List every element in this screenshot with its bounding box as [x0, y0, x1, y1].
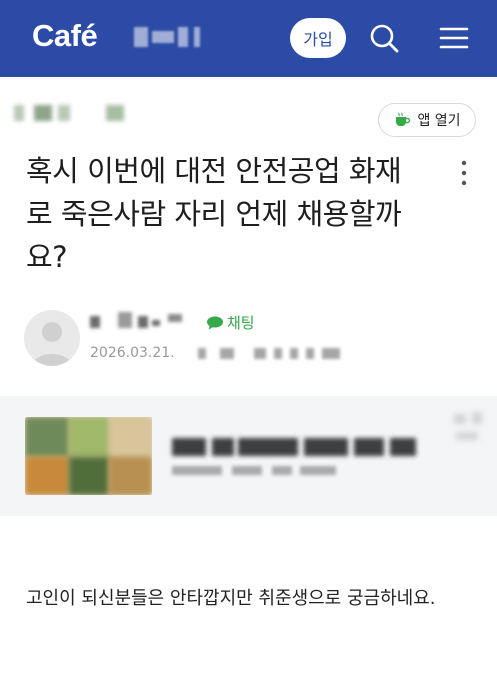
cafe-name-redacted[interactable]	[134, 27, 210, 47]
coffee-cup-icon	[396, 112, 411, 126]
post-body: 고인이 되신분들은 안타깝지만 취준생으로 궁금하네요.	[26, 588, 436, 609]
related-post-card[interactable]	[0, 396, 497, 516]
author-avatar[interactable]	[24, 310, 80, 366]
menu-icon[interactable]	[436, 20, 472, 56]
post-title: 혹시 이번에 대전 안전공업 화재로 죽은사람 자리 언제 채용할까요?	[26, 154, 402, 274]
search-icon[interactable]	[366, 20, 402, 56]
more-options-icon[interactable]	[452, 158, 476, 188]
board-name-redacted[interactable]	[14, 103, 144, 123]
post-date: 2026.03.21.	[90, 345, 175, 361]
join-button[interactable]: 가입	[290, 18, 346, 58]
chat-label: 채팅	[227, 314, 255, 332]
related-post-thumbnail	[25, 417, 152, 495]
app-open-button[interactable]: 앱 열기	[378, 103, 476, 137]
cafe-logo[interactable]: Café	[32, 18, 98, 54]
post-meta-redacted	[198, 347, 346, 361]
default-avatar-icon	[32, 322, 72, 366]
related-post-extra-redacted	[448, 408, 488, 448]
app-open-label: 앱 열기	[417, 113, 461, 129]
chat-bubble-icon	[207, 316, 223, 329]
author-name-redacted[interactable]	[90, 312, 190, 330]
top-header: Café 가입	[0, 0, 497, 77]
chat-link[interactable]: 채팅	[206, 312, 255, 333]
related-post-subtitle-redacted	[172, 464, 352, 478]
related-post-title-redacted	[172, 436, 422, 460]
